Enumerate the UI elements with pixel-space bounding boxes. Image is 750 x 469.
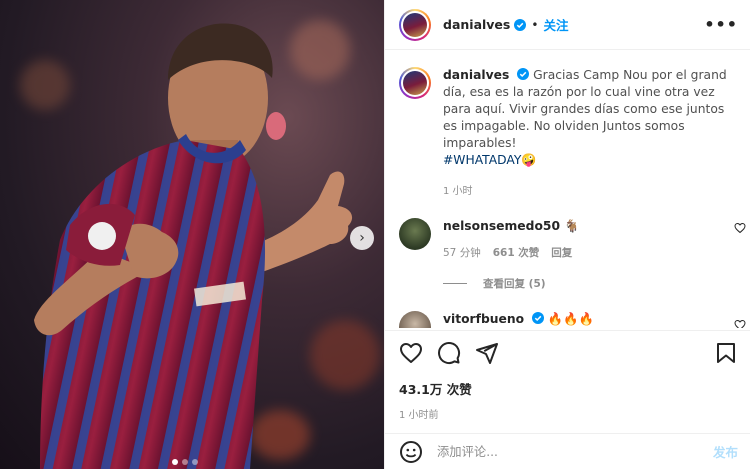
comment-time[interactable]: 57 分钟 bbox=[443, 245, 481, 260]
comment-username[interactable]: nelsonsemedo50 bbox=[443, 219, 560, 233]
player-figure bbox=[34, 23, 353, 469]
post-header: danialves • 关注 ••• bbox=[385, 0, 750, 50]
avatar[interactable] bbox=[399, 8, 431, 41]
verified-badge-icon bbox=[517, 68, 530, 80]
reply-button[interactable]: 回复 bbox=[551, 245, 572, 260]
post-modal: › danialves • 关注 ••• danialves Gracias C… bbox=[0, 0, 750, 469]
view-replies-label: 查看回复 (5) bbox=[483, 278, 546, 290]
heart-icon[interactable] bbox=[399, 341, 423, 365]
verified-badge-icon bbox=[532, 312, 544, 324]
more-options-button[interactable]: ••• bbox=[704, 15, 738, 34]
comment-like-icon[interactable] bbox=[734, 222, 746, 234]
post-comment-button[interactable]: 发布 bbox=[713, 442, 738, 461]
comment-text: 🐐 bbox=[563, 219, 580, 233]
comment-username[interactable]: vitorfbueno bbox=[443, 312, 524, 326]
emoji-icon[interactable] bbox=[399, 440, 423, 464]
likes-count[interactable]: 43.1万 次赞 bbox=[399, 379, 738, 398]
avatar[interactable] bbox=[399, 67, 431, 99]
divider bbox=[443, 283, 467, 284]
header-separator: • bbox=[531, 17, 539, 32]
post-actions: 43.1万 次赞 1 小时前 bbox=[385, 330, 750, 421]
add-comment-bar: 发布 bbox=[385, 433, 750, 469]
comments-scroll[interactable]: danialves Gracias Camp Nou por el grand … bbox=[385, 51, 750, 328]
post-image[interactable]: › bbox=[0, 0, 384, 469]
bookmark-icon[interactable] bbox=[714, 341, 738, 365]
carousel-dots bbox=[172, 459, 198, 465]
comment-meta: 57 分钟 661 次赞 回复 bbox=[443, 245, 733, 260]
comment-item: nelsonsemedo50 🐐 57 分钟 661 次赞 回复 查看回复 (5… bbox=[385, 218, 750, 291]
avatar[interactable] bbox=[399, 218, 431, 250]
next-media-button[interactable]: › bbox=[350, 226, 374, 250]
share-icon[interactable] bbox=[475, 341, 499, 365]
comment-likes[interactable]: 661 次赞 bbox=[493, 245, 540, 260]
view-replies-button[interactable]: 查看回复 (5) bbox=[443, 276, 733, 291]
hashtag-link[interactable]: #WHATADAY bbox=[443, 153, 521, 167]
caption: danialves Gracias Camp Nou por el grand … bbox=[385, 51, 750, 200]
carousel-dot bbox=[172, 459, 178, 465]
comment-input[interactable] bbox=[437, 444, 687, 459]
caption-time[interactable]: 1 小时 bbox=[443, 183, 738, 200]
avatar[interactable] bbox=[399, 311, 431, 328]
caption-username[interactable]: danialves bbox=[443, 68, 509, 82]
carousel-dot bbox=[182, 459, 188, 465]
comment-text: 🔥🔥🔥 bbox=[547, 312, 594, 326]
post-time[interactable]: 1 小时前 bbox=[399, 406, 738, 421]
chevron-right-icon: › bbox=[359, 230, 365, 246]
comment-item: vitorfbueno 🔥🔥🔥 bbox=[385, 311, 750, 328]
carousel-dot bbox=[192, 459, 198, 465]
verified-badge-icon bbox=[514, 18, 527, 31]
comment-icon[interactable] bbox=[437, 341, 461, 365]
header-username[interactable]: danialves bbox=[443, 17, 510, 32]
post-panel: danialves • 关注 ••• danialves Gracias Cam… bbox=[384, 0, 750, 469]
comment-like-icon[interactable] bbox=[734, 319, 746, 328]
follow-button[interactable]: 关注 bbox=[543, 15, 568, 34]
emoji: 🤪 bbox=[521, 153, 537, 167]
